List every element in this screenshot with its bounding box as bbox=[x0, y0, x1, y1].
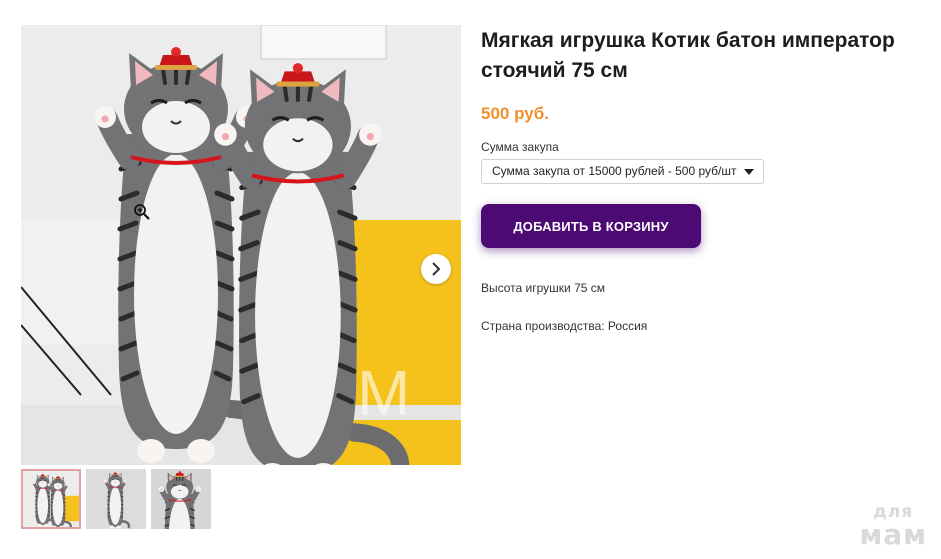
gallery-thumbnail[interactable] bbox=[21, 469, 81, 529]
watermark-logo: для мам bbox=[859, 504, 927, 549]
select-value: Сумма закупа от 15000 рублей - 500 руб/ш… bbox=[492, 164, 737, 178]
purchase-amount-select[interactable]: Сумма закупа от 15000 рублей - 500 руб/ш… bbox=[481, 159, 764, 184]
gallery-next-button[interactable] bbox=[421, 254, 451, 284]
chevron-right-icon bbox=[430, 262, 442, 276]
product-price: 500 руб. bbox=[481, 104, 549, 123]
spec-height: Высота игрушки 75 см bbox=[481, 281, 606, 295]
option-label: Сумма закупа bbox=[481, 140, 559, 154]
add-to-cart-button[interactable]: ДОБАВИТЬ В КОРЗИНУ bbox=[481, 204, 701, 248]
gallery-thumbnail[interactable] bbox=[151, 469, 211, 529]
gallery-thumbnail[interactable] bbox=[86, 469, 146, 529]
spec-country: Страна производства: Россия bbox=[481, 319, 648, 333]
product-main-image[interactable]: HOM bbox=[21, 25, 461, 465]
watermark-line2: мам bbox=[859, 518, 927, 551]
product-title: Мягкая игрушка Котик батон император сто… bbox=[481, 29, 895, 82]
dropdown-caret-icon bbox=[744, 169, 754, 175]
zoom-in-icon[interactable] bbox=[133, 203, 151, 221]
